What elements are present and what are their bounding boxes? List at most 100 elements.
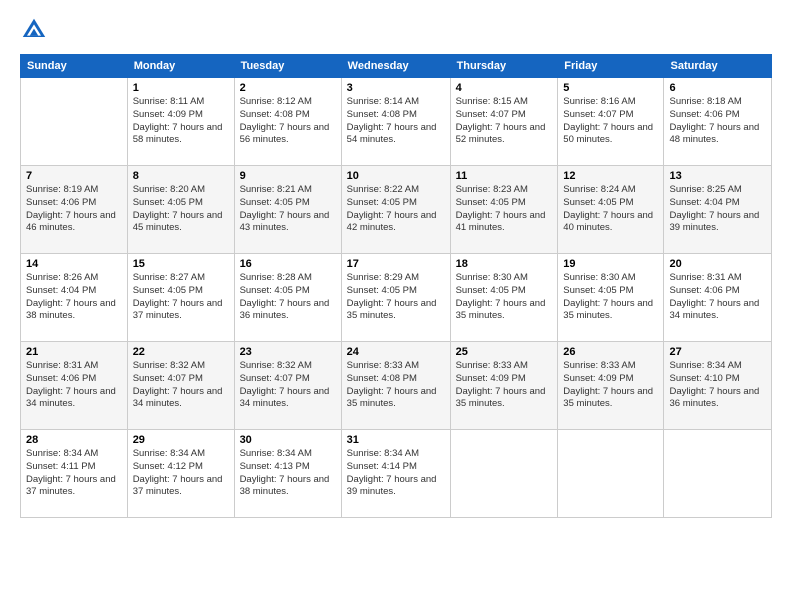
- day-number: 2: [240, 82, 336, 94]
- weekday-header: Friday: [558, 55, 664, 78]
- calendar-cell: 18Sunrise: 8:30 AMSunset: 4:05 PMDayligh…: [450, 254, 558, 342]
- calendar-table: SundayMondayTuesdayWednesdayThursdayFrid…: [20, 54, 772, 518]
- day-number: 8: [133, 170, 229, 182]
- calendar-cell: 4 Sunrise: 8:15 AMSunset: 4:07 PMDaylight…: [450, 78, 558, 166]
- calendar-cell: 6 Sunrise: 8:18 AMSunset: 4:06 PMDaylight…: [664, 78, 772, 166]
- day-number: 27: [669, 346, 766, 358]
- day-number: 22: [133, 346, 229, 358]
- day-detail: Sunrise: 8:34 AMSunset: 4:11 PMDaylight:…: [26, 448, 122, 499]
- calendar-cell: [450, 430, 558, 518]
- calendar-cell: 26 Sunrise: 8:33 AMSunset: 4:09 PMDayligh…: [558, 342, 664, 430]
- day-detail: Sunrise: 8:11 AMSunset: 4:09 PMDaylight:…: [133, 96, 229, 147]
- day-number: 9: [240, 170, 336, 182]
- calendar-cell: 24 Sunrise: 8:33 AMSunset: 4:08 PMDayligh…: [341, 342, 450, 430]
- day-number: 29: [133, 434, 229, 446]
- day-number: 28: [26, 434, 122, 446]
- day-number: 20: [669, 258, 766, 270]
- day-number: 31: [347, 434, 445, 446]
- day-number: 19: [563, 258, 658, 270]
- calendar-header-row: SundayMondayTuesdayWednesdayThursdayFrid…: [21, 55, 772, 78]
- day-number: 21: [26, 346, 122, 358]
- day-detail: Sunrise: 8:31 AMSunset: 4:06 PMDaylight:…: [26, 360, 122, 411]
- calendar-cell: 28 Sunrise: 8:34 AMSunset: 4:11 PMDayligh…: [21, 430, 128, 518]
- calendar-cell: 21 Sunrise: 8:31 AMSunset: 4:06 PMDayligh…: [21, 342, 128, 430]
- logo: [20, 16, 52, 44]
- calendar-week-row: 14Sunrise: 8:26 AMSunset: 4:04 PMDayligh…: [21, 254, 772, 342]
- header: [20, 16, 772, 44]
- weekday-header: Tuesday: [234, 55, 341, 78]
- calendar-cell: 12 Sunrise: 8:24 AMSunset: 4:05 PMDayligh…: [558, 166, 664, 254]
- weekday-header: Saturday: [664, 55, 772, 78]
- calendar-cell: 11Sunrise: 8:23 AMSunset: 4:05 PMDayligh…: [450, 166, 558, 254]
- day-number: 24: [347, 346, 445, 358]
- day-number: 7: [26, 170, 122, 182]
- calendar-cell: 16Sunrise: 8:28 AMSunset: 4:05 PMDayligh…: [234, 254, 341, 342]
- day-number: 1: [133, 82, 229, 94]
- weekday-header: Thursday: [450, 55, 558, 78]
- day-detail: Sunrise: 8:19 AMSunset: 4:06 PMDaylight:…: [26, 184, 122, 235]
- day-detail: Sunrise: 8:12 AMSunset: 4:08 PMDaylight:…: [240, 96, 336, 147]
- calendar-cell: 9 Sunrise: 8:21 AMSunset: 4:05 PMDaylight…: [234, 166, 341, 254]
- day-number: 30: [240, 434, 336, 446]
- calendar-cell: 31 Sunrise: 8:34 AMSunset: 4:14 PMDayligh…: [341, 430, 450, 518]
- day-detail: Sunrise: 8:24 AMSunset: 4:05 PMDaylight:…: [563, 184, 658, 235]
- day-number: 26: [563, 346, 658, 358]
- calendar-week-row: 28 Sunrise: 8:34 AMSunset: 4:11 PMDayligh…: [21, 430, 772, 518]
- calendar-week-row: 1 Sunrise: 8:11 AMSunset: 4:09 PMDaylight…: [21, 78, 772, 166]
- day-detail: Sunrise: 8:29 AMSunset: 4:05 PMDaylight:…: [347, 272, 445, 323]
- weekday-header: Sunday: [21, 55, 128, 78]
- calendar-cell: 19 Sunrise: 8:30 AMSunset: 4:05 PMDayligh…: [558, 254, 664, 342]
- day-detail: Sunrise: 8:18 AMSunset: 4:06 PMDaylight:…: [669, 96, 766, 147]
- calendar-cell: 7 Sunrise: 8:19 AMSunset: 4:06 PMDaylight…: [21, 166, 128, 254]
- day-number: 11: [456, 170, 553, 182]
- day-detail: Sunrise: 8:33 AMSunset: 4:08 PMDaylight:…: [347, 360, 445, 411]
- day-detail: Sunrise: 8:32 AMSunset: 4:07 PMDaylight:…: [133, 360, 229, 411]
- day-detail: Sunrise: 8:31 AMSunset: 4:06 PMDaylight:…: [669, 272, 766, 323]
- day-detail: Sunrise: 8:28 AMSunset: 4:05 PMDaylight:…: [240, 272, 336, 323]
- calendar-cell: 29Sunrise: 8:34 AMSunset: 4:12 PMDayligh…: [127, 430, 234, 518]
- calendar-cell: 30 Sunrise: 8:34 AMSunset: 4:13 PMDayligh…: [234, 430, 341, 518]
- day-detail: Sunrise: 8:33 AMSunset: 4:09 PMDaylight:…: [563, 360, 658, 411]
- logo-icon: [20, 16, 48, 44]
- calendar-cell: 13 Sunrise: 8:25 AMSunset: 4:04 PMDayligh…: [664, 166, 772, 254]
- day-detail: Sunrise: 8:26 AMSunset: 4:04 PMDaylight:…: [26, 272, 122, 323]
- day-detail: Sunrise: 8:22 AMSunset: 4:05 PMDaylight:…: [347, 184, 445, 235]
- calendar-cell: 15 Sunrise: 8:27 AMSunset: 4:05 PMDayligh…: [127, 254, 234, 342]
- day-number: 12: [563, 170, 658, 182]
- day-detail: Sunrise: 8:25 AMSunset: 4:04 PMDaylight:…: [669, 184, 766, 235]
- day-number: 25: [456, 346, 553, 358]
- day-detail: Sunrise: 8:30 AMSunset: 4:05 PMDaylight:…: [563, 272, 658, 323]
- day-detail: Sunrise: 8:34 AMSunset: 4:10 PMDaylight:…: [669, 360, 766, 411]
- calendar-cell: 8 Sunrise: 8:20 AMSunset: 4:05 PMDaylight…: [127, 166, 234, 254]
- weekday-header: Wednesday: [341, 55, 450, 78]
- day-number: 17: [347, 258, 445, 270]
- day-detail: Sunrise: 8:34 AMSunset: 4:13 PMDaylight:…: [240, 448, 336, 499]
- day-detail: Sunrise: 8:15 AMSunset: 4:07 PMDaylight:…: [456, 96, 553, 147]
- day-detail: Sunrise: 8:14 AMSunset: 4:08 PMDaylight:…: [347, 96, 445, 147]
- calendar-cell: 10 Sunrise: 8:22 AMSunset: 4:05 PMDayligh…: [341, 166, 450, 254]
- day-number: 4: [456, 82, 553, 94]
- calendar-cell: 2 Sunrise: 8:12 AMSunset: 4:08 PMDaylight…: [234, 78, 341, 166]
- day-number: 3: [347, 82, 445, 94]
- weekday-header: Monday: [127, 55, 234, 78]
- day-detail: Sunrise: 8:21 AMSunset: 4:05 PMDaylight:…: [240, 184, 336, 235]
- calendar-cell: [21, 78, 128, 166]
- day-number: 10: [347, 170, 445, 182]
- calendar-week-row: 7 Sunrise: 8:19 AMSunset: 4:06 PMDaylight…: [21, 166, 772, 254]
- day-detail: Sunrise: 8:20 AMSunset: 4:05 PMDaylight:…: [133, 184, 229, 235]
- page: SundayMondayTuesdayWednesdayThursdayFrid…: [0, 0, 792, 612]
- calendar-cell: [558, 430, 664, 518]
- day-number: 6: [669, 82, 766, 94]
- day-number: 13: [669, 170, 766, 182]
- calendar-cell: 22 Sunrise: 8:32 AMSunset: 4:07 PMDayligh…: [127, 342, 234, 430]
- day-number: 15: [133, 258, 229, 270]
- day-detail: Sunrise: 8:27 AMSunset: 4:05 PMDaylight:…: [133, 272, 229, 323]
- day-detail: Sunrise: 8:34 AMSunset: 4:14 PMDaylight:…: [347, 448, 445, 499]
- calendar-cell: 17 Sunrise: 8:29 AMSunset: 4:05 PMDayligh…: [341, 254, 450, 342]
- calendar-cell: 5Sunrise: 8:16 AMSunset: 4:07 PMDaylight…: [558, 78, 664, 166]
- day-number: 23: [240, 346, 336, 358]
- calendar-cell: 23Sunrise: 8:32 AMSunset: 4:07 PMDayligh…: [234, 342, 341, 430]
- day-detail: Sunrise: 8:33 AMSunset: 4:09 PMDaylight:…: [456, 360, 553, 411]
- calendar-cell: [664, 430, 772, 518]
- calendar-cell: 3 Sunrise: 8:14 AMSunset: 4:08 PMDaylight…: [341, 78, 450, 166]
